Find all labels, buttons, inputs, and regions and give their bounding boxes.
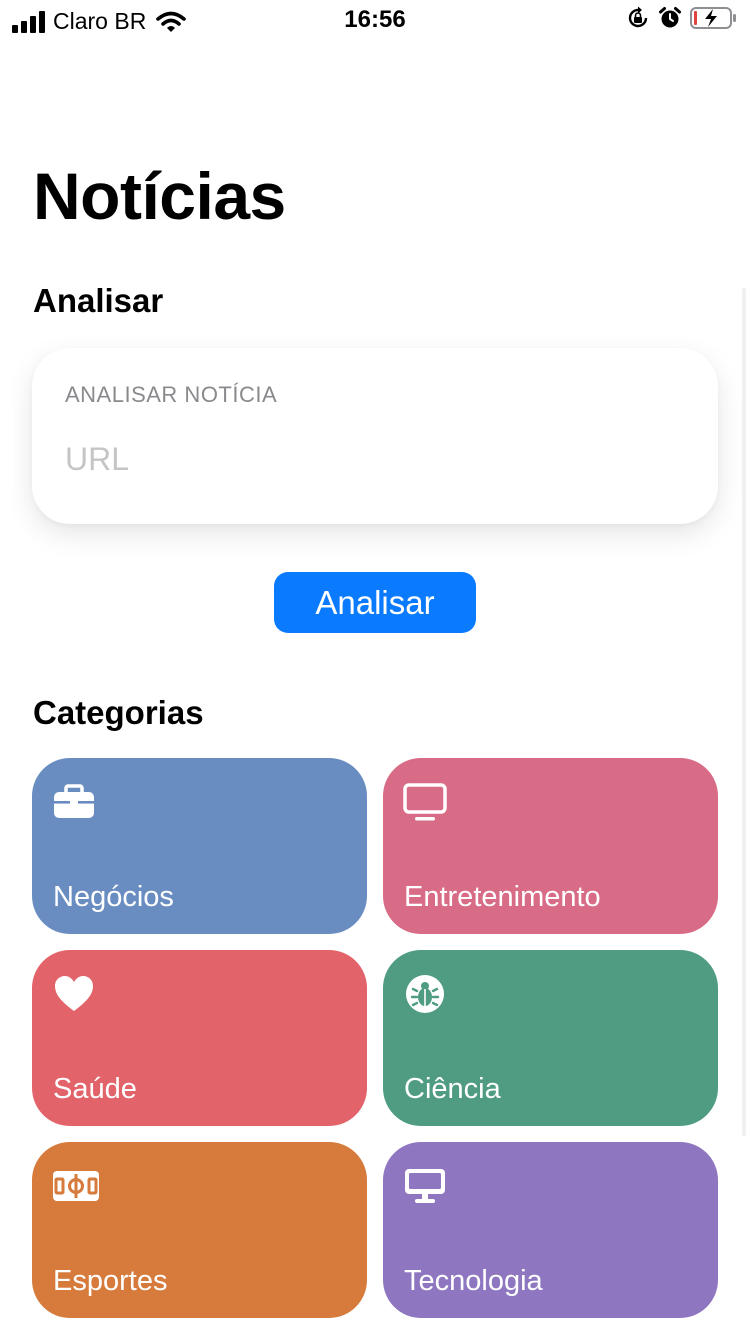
category-label: Saúde — [53, 1073, 137, 1105]
page-title: Notícias — [33, 159, 286, 233]
rotation-lock-icon — [628, 6, 648, 28]
status-right — [626, 6, 738, 30]
sports-field-icon — [53, 1171, 99, 1201]
section-heading-analyze: Analisar — [33, 282, 164, 319]
category-tile-entertainment[interactable]: Entretenimento — [383, 758, 718, 934]
category-label: Ciência — [404, 1073, 501, 1105]
analyze-button[interactable]: Analisar — [274, 572, 476, 633]
briefcase-icon — [54, 784, 94, 818]
alarm-icon — [659, 7, 681, 28]
card-caption: ANALISAR NOTÍCIA — [65, 382, 278, 407]
category-tile-business[interactable]: Negócios — [32, 758, 367, 934]
category-label: Esportes — [53, 1265, 168, 1297]
scrollbar[interactable] — [742, 288, 746, 1136]
battery-charging-icon — [690, 7, 736, 29]
news-screen: Claro BR 16:56 Notícias Analisar ANALISA… — [0, 0, 750, 1334]
category-tile-technology[interactable]: Tecnologia — [383, 1142, 718, 1318]
ladybug-icon — [406, 975, 444, 1013]
category-tile-science[interactable]: Ciência — [383, 950, 718, 1126]
analyze-news-card: ANALISAR NOTÍCIA — [32, 348, 718, 524]
category-label: Entretenimento — [404, 881, 601, 913]
status-bar: Claro BR 16:56 — [0, 0, 750, 40]
category-tile-sports[interactable]: Esportes — [32, 1142, 367, 1318]
category-label: Tecnologia — [404, 1265, 543, 1297]
section-heading-categories: Categorias — [33, 694, 204, 731]
category-label: Negócios — [53, 881, 174, 913]
url-input[interactable] — [65, 434, 685, 484]
desktop-icon — [405, 1169, 445, 1203]
category-tile-health[interactable]: Saúde — [32, 950, 367, 1126]
heart-icon — [55, 976, 93, 1011]
tv-icon — [403, 783, 447, 821]
